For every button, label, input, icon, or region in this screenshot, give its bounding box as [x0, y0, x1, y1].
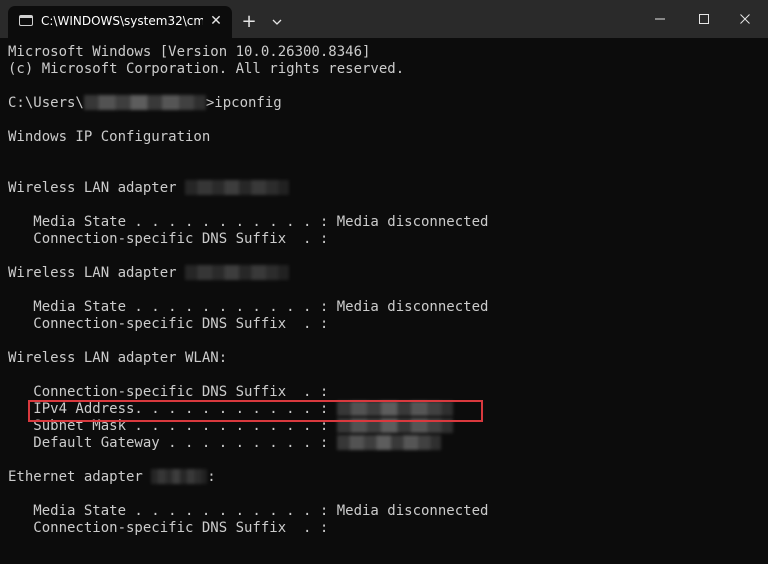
terminal-window: C:\WINDOWS\system32\cmd.e ✕ + Microsoft … [0, 0, 768, 564]
console-line: Microsoft Windows [Version 10.0.26300.83… [8, 44, 371, 60]
close-icon [740, 14, 750, 24]
console-line: Connection-specific DNS Suffix . : [8, 316, 329, 332]
console-line: Media State . . . . . . . . . . . : Medi… [8, 214, 489, 230]
redacted-username [83, 95, 206, 110]
redacted-adapter-name [151, 469, 208, 484]
console-line: Connection-specific DNS Suffix . : [8, 384, 329, 400]
adapter-label: Wireless LAN adapter [8, 180, 186, 196]
minimize-icon [655, 18, 665, 20]
console-line: (c) Microsoft Corporation. All rights re… [8, 61, 405, 77]
close-button[interactable] [722, 0, 768, 38]
console-line: Default Gateway . . . . . . . . . : [8, 435, 758, 452]
tab-title: C:\WINDOWS\system32\cmd.e [41, 14, 203, 28]
chevron-down-icon[interactable] [267, 12, 287, 32]
console-line: Media State . . . . . . . . . . . : Medi… [8, 503, 489, 519]
gateway-label: Default Gateway . . . . . . . . . : [8, 435, 337, 451]
ipv4-label: IPv4 Address. . . . . . . . . . . : [8, 401, 337, 417]
minimize-button[interactable] [637, 0, 683, 38]
redacted-default-gateway [336, 435, 441, 450]
console-line: Windows IP Configuration [8, 129, 211, 145]
tab-close-icon[interactable]: ✕ [206, 11, 226, 31]
redacted-subnet-mask [336, 418, 453, 433]
adapter-label: Ethernet adapter [8, 469, 152, 485]
title-bar[interactable]: C:\WINDOWS\system32\cmd.e ✕ + [0, 0, 768, 38]
new-tab-icon[interactable]: + [239, 12, 259, 32]
redacted-adapter-name [185, 265, 290, 280]
console-line: Connection-specific DNS Suffix . : [8, 520, 329, 536]
prompt-path: C:\Users\ [8, 95, 84, 111]
console-line: C:\Users\ >ipconfig [8, 95, 758, 112]
redacted-adapter-name [185, 180, 290, 195]
console-line: Wireless LAN adapter [8, 265, 758, 282]
prompt-command: >ipconfig [205, 95, 282, 111]
console-line: Wireless LAN adapter WLAN: [8, 350, 228, 366]
maximize-icon [699, 14, 709, 24]
console-output[interactable]: Microsoft Windows [Version 10.0.26300.83… [8, 44, 758, 564]
subnet-label: Subnet Mask . . . . . . . . . . . : [8, 418, 337, 434]
tab-cmd[interactable]: C:\WINDOWS\system32\cmd.e ✕ [8, 6, 232, 38]
console-line: Ethernet adapter : [8, 469, 216, 485]
console-line: Connection-specific DNS Suffix . : [8, 231, 329, 247]
console-line: Subnet Mask . . . . . . . . . . . : [8, 418, 758, 435]
maximize-button[interactable] [681, 0, 727, 38]
adapter-label: Wireless LAN adapter [8, 265, 186, 281]
console-line: Media State . . . . . . . . . . . : Medi… [8, 299, 489, 315]
terminal-icon [19, 15, 33, 26]
console-line: IPv4 Address. . . . . . . . . . . : [8, 401, 758, 418]
console-line: Wireless LAN adapter [8, 180, 758, 197]
redacted-ipv4-address [336, 401, 453, 416]
